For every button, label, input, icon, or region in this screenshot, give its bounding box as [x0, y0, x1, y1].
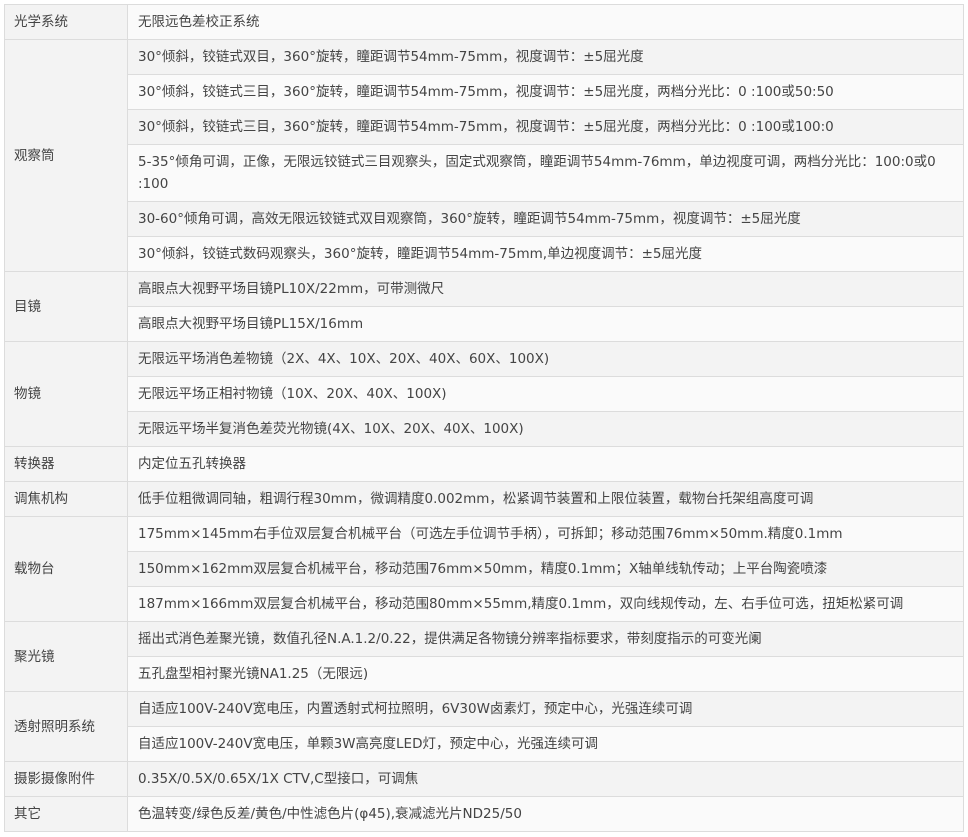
spec-value-cell: 30-60°倾角可调，高效无限远铰链式双目观察筒，360°旋转，瞳距调节54mm…: [127, 201, 964, 237]
table-row: 30-60°倾角可调，高效无限远铰链式双目观察筒，360°旋转，瞳距调节54mm…: [5, 201, 964, 237]
category-cell: 物镜: [4, 341, 128, 447]
table-row: 其它 色温转变/绿色反差/黄色/中性滤色片(φ45),衰减滤光片ND25/50: [4, 796, 964, 832]
table-row: 30°倾斜，铰链式三目，360°旋转，瞳距调节54mm-75mm，视度调节：±5…: [5, 109, 964, 145]
spec-value-cell: 30°倾斜，铰链式数码观察头，360°旋转，瞳距调节54mm-75mm,单边视度…: [127, 236, 964, 272]
spec-value-cell: 高眼点大视野平场目镜PL10X/22mm，可带测微尺: [127, 271, 964, 307]
table-row: 五孔盘型相衬聚光镜NA1.25（无限远): [5, 656, 964, 692]
spec-value-cell: 150mm×162mm双层复合机械平台，移动范围76mm×50mm，精度0.1m…: [127, 551, 964, 587]
table-row: 30°倾斜，铰链式三目，360°旋转，瞳距调节54mm-75mm，视度调节：±5…: [5, 74, 964, 110]
table-row: 物镜 无限远平场消色差物镜（2X、4X、10X、20X、40X、60X、100X): [4, 341, 964, 447]
spec-value-cell: 30°倾斜，铰链式三目，360°旋转，瞳距调节54mm-75mm，视度调节：±5…: [127, 109, 964, 145]
category-cell: 透射照明系统: [4, 691, 128, 762]
table-row: 透射照明系统 自适应100V-240V宽电压，内置透射式柯拉照明，6V30W卤素灯…: [4, 691, 964, 762]
spec-table-body: 光学系统 无限远色差校正系统 观察筒 30°倾斜，铰链式双目，360°旋转，瞳距调节5…: [4, 4, 964, 832]
spec-value-cell: 五孔盘型相衬聚光镜NA1.25（无限远): [127, 656, 964, 692]
category-cell: 其它: [4, 796, 128, 832]
table-row: 聚光镜 摇出式消色差聚光镜，数值孔径N.A.1.2/0.22，提供满足各物镜分辨率…: [4, 621, 964, 692]
table-row: 摄影摄像附件 0.35X/0.5X/0.65X/1X CTV,C型接口，可调焦: [4, 761, 964, 797]
table-row: 观察筒 30°倾斜，铰链式双目，360°旋转，瞳距调节54mm-75mm，视度调节…: [4, 39, 964, 272]
category-cell: 载物台: [4, 516, 128, 622]
spec-value-cell: 无限远平场正相衬物镜（10X、20X、40X、100X): [127, 376, 964, 412]
category-cell: 调焦机构: [4, 481, 128, 517]
category-cell: 光学系统: [4, 4, 128, 40]
category-cell: 摄影摄像附件: [4, 761, 128, 797]
spec-table: 光学系统 无限远色差校正系统 观察筒 30°倾斜，铰链式双目，360°旋转，瞳距调节5…: [4, 4, 964, 832]
spec-value-cell: 5-35°倾角可调，正像，无限远铰链式三目观察头，固定式观察筒，瞳距调节54mm…: [127, 144, 964, 202]
spec-value-cell: 摇出式消色差聚光镜，数值孔径N.A.1.2/0.22，提供满足各物镜分辨率指标要…: [127, 621, 964, 657]
table-row: 无限远平场正相衬物镜（10X、20X、40X、100X): [5, 376, 964, 412]
table-row: 载物台 175mm×145mm右手位双层复合机械平台（可选左手位调节手柄），可拆卸…: [4, 516, 964, 622]
category-cell: 目镜: [4, 271, 128, 342]
spec-value-cell: 自适应100V-240V宽电压，单颗3W高亮度LED灯，预定中心，光强连续可调: [127, 726, 964, 762]
spec-value-cell: 0.35X/0.5X/0.65X/1X CTV,C型接口，可调焦: [127, 761, 964, 797]
table-row: 自适应100V-240V宽电压，单颗3W高亮度LED灯，预定中心，光强连续可调: [5, 726, 964, 762]
spec-value-cell: 内定位五孔转换器: [127, 446, 964, 482]
spec-value-cell: 无限远平场消色差物镜（2X、4X、10X、20X、40X、60X、100X): [127, 341, 964, 377]
table-row: 目镜 高眼点大视野平场目镜PL10X/22mm，可带测微尺: [4, 271, 964, 342]
table-row: 调焦机构 低手位粗微调同轴，粗调行程30mm，微调精度0.002mm，松紧调节装置…: [4, 481, 964, 517]
table-row: 30°倾斜，铰链式数码观察头，360°旋转，瞳距调节54mm-75mm,单边视度…: [5, 236, 964, 272]
category-cell: 观察筒: [4, 39, 128, 272]
table-row: 无限远平场半复消色差荧光物镜(4X、10X、20X、40X、100X): [5, 411, 964, 447]
table-row: 转换器 内定位五孔转换器: [4, 446, 964, 482]
spec-value-cell: 175mm×145mm右手位双层复合机械平台（可选左手位调节手柄），可拆卸；移动…: [127, 516, 964, 552]
spec-value-cell: 无限远色差校正系统: [127, 4, 964, 40]
spec-value-cell: 自适应100V-240V宽电压，内置透射式柯拉照明，6V30W卤素灯，预定中心，…: [127, 691, 964, 727]
category-cell: 聚光镜: [4, 621, 128, 692]
spec-value-cell: 高眼点大视野平场目镜PL15X/16mm: [127, 306, 964, 342]
spec-value-cell: 色温转变/绿色反差/黄色/中性滤色片(φ45),衰减滤光片ND25/50: [127, 796, 964, 832]
table-row: 光学系统 无限远色差校正系统: [4, 4, 964, 40]
spec-value-cell: 无限远平场半复消色差荧光物镜(4X、10X、20X、40X、100X): [127, 411, 964, 447]
spec-value-cell: 30°倾斜，铰链式双目，360°旋转，瞳距调节54mm-75mm，视度调节：±5…: [127, 39, 964, 75]
spec-value-cell: 187mm×166mm双层复合机械平台，移动范围80mm×55mm,精度0.1m…: [127, 586, 964, 622]
table-row: 5-35°倾角可调，正像，无限远铰链式三目观察头，固定式观察筒，瞳距调节54mm…: [5, 144, 964, 202]
spec-value-cell: 低手位粗微调同轴，粗调行程30mm，微调精度0.002mm，松紧调节装置和上限位…: [127, 481, 964, 517]
table-row: 高眼点大视野平场目镜PL15X/16mm: [5, 306, 964, 342]
spec-value-cell: 30°倾斜，铰链式三目，360°旋转，瞳距调节54mm-75mm，视度调节：±5…: [127, 74, 964, 110]
table-row: 150mm×162mm双层复合机械平台，移动范围76mm×50mm，精度0.1m…: [5, 551, 964, 587]
table-row: 187mm×166mm双层复合机械平台，移动范围80mm×55mm,精度0.1m…: [5, 586, 964, 622]
category-cell: 转换器: [4, 446, 128, 482]
